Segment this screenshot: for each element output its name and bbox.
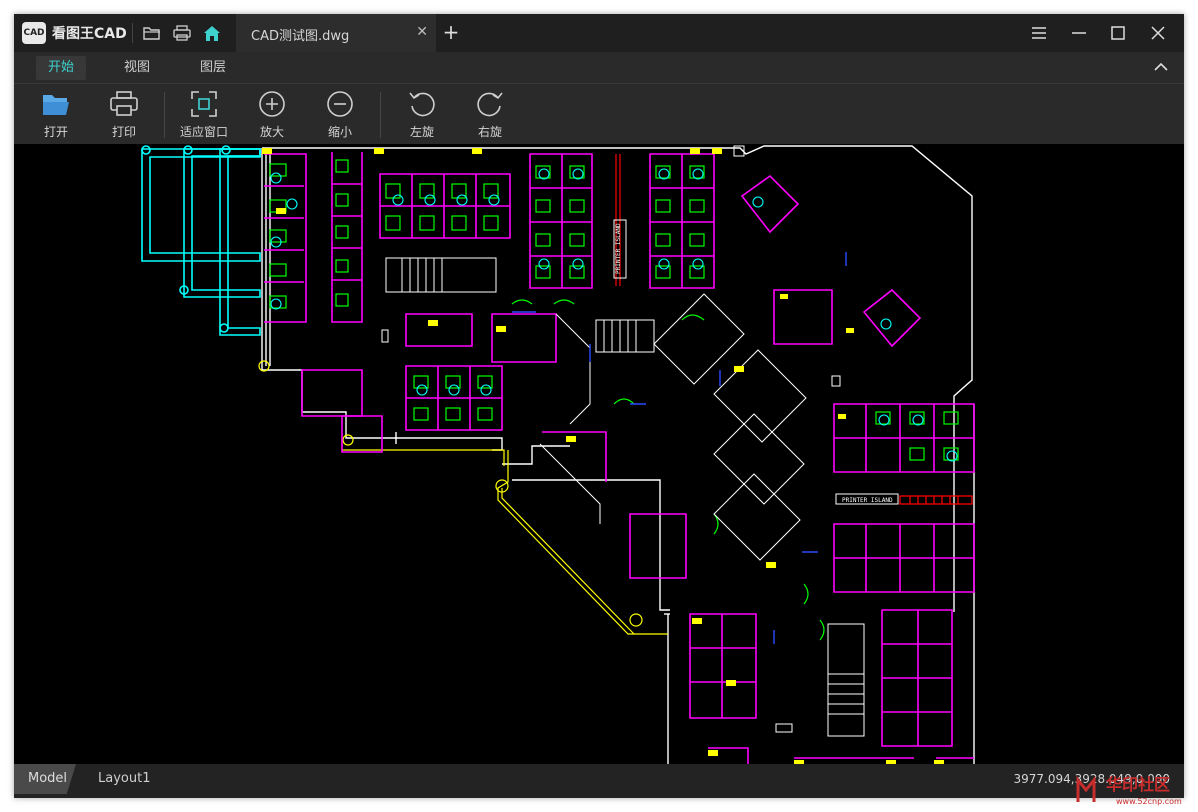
minimize-button[interactable] (1066, 22, 1092, 44)
close-tab-icon[interactable]: ✕ (416, 24, 428, 40)
app-window: CAD 看图王CAD CAD测试图.dwg ✕ + 开始 视图 图层 打开 打印… (14, 14, 1184, 798)
app-name: 看图王CAD (52, 26, 127, 42)
folder-icon (40, 88, 72, 120)
toolbar: 打开 打印 适应窗口 放大 缩小 左旋 右旋 (14, 84, 1184, 144)
door-swings (512, 252, 847, 644)
watermark-url: www.52cnp.com (1116, 797, 1182, 806)
app-logo: CAD 看图王CAD (22, 22, 127, 44)
status-bar: Model Layout1 3977.094,3928.049,0.000 (14, 764, 1184, 798)
watermark-text: 华印社区 (1106, 775, 1170, 794)
room-tags (262, 148, 944, 764)
perimeter-wall (258, 360, 668, 635)
printer-island-label-2: PRINTER ISLAND (842, 497, 893, 504)
zoom-out-icon (324, 88, 356, 120)
toolbar-divider (380, 92, 381, 138)
zoom-out-button[interactable]: 缩小 (308, 88, 372, 142)
rotate-left-label: 左旋 (409, 125, 434, 139)
site-watermark: 华印社区 www.52cnp.com (1072, 772, 1194, 808)
entrance-structure (141, 145, 261, 336)
zoom-in-button[interactable]: 放大 (240, 88, 304, 142)
stair-cores (385, 257, 865, 737)
tab-label: CAD测试图.dwg (251, 29, 350, 44)
floor-plan-drawing: PRINTER ISLAND PRINTER ISLAND (141, 145, 975, 764)
menu-bar: 开始 视图 图层 (14, 52, 1184, 84)
zoom-in-icon (256, 88, 288, 120)
fit-window-label: 适应窗口 (179, 125, 228, 139)
zoom-in-label: 放大 (259, 125, 284, 139)
rotate-left-button[interactable]: 左旋 (390, 88, 454, 142)
print-icon[interactable] (172, 23, 192, 43)
printer-island-label-1: PRINTER ISLAND (615, 223, 622, 274)
home-icon[interactable] (202, 23, 222, 43)
interior-details (270, 168, 958, 462)
rotate-right-button[interactable]: 右旋 (458, 88, 522, 142)
tab-document[interactable]: CAD测试图.dwg ✕ (236, 14, 436, 52)
open-button[interactable]: 打开 (24, 88, 88, 142)
printer-icon (108, 88, 140, 120)
watermark-logo-icon: 华印社区 www.52cnp.com (1076, 775, 1182, 806)
title-bar: CAD 看图王CAD CAD测试图.dwg ✕ + (14, 14, 1184, 52)
close-window-button[interactable] (1145, 22, 1171, 44)
drawing-canvas[interactable]: PRINTER ISLAND PRINTER ISLAND (14, 144, 1184, 764)
cad-logo-icon: CAD (22, 22, 46, 44)
menu-start[interactable]: 开始 (36, 56, 87, 80)
tab-model[interactable]: Model (14, 764, 76, 794)
open-label: 打开 (43, 125, 68, 139)
collapse-ribbon-icon[interactable] (1152, 58, 1170, 76)
menu-icon[interactable] (1026, 22, 1052, 44)
menu-view[interactable]: 视图 (112, 56, 162, 80)
rotate-right-icon (474, 88, 506, 120)
tab-layout1[interactable]: Layout1 (98, 764, 150, 794)
print-label: 打印 (111, 125, 136, 139)
open-folder-icon[interactable] (142, 23, 162, 43)
add-tab-button[interactable]: + (440, 21, 462, 43)
fit-window-button[interactable]: 适应窗口 (172, 88, 236, 142)
menu-layers[interactable]: 图层 (188, 56, 238, 80)
rotate-right-label: 右旋 (477, 125, 502, 139)
rotate-left-icon (406, 88, 438, 120)
markers (381, 145, 841, 733)
zoom-out-label: 缩小 (327, 125, 352, 139)
fit-window-icon (188, 88, 220, 120)
maximize-button[interactable] (1105, 22, 1131, 44)
divider (132, 23, 133, 43)
print-button[interactable]: 打印 (92, 88, 156, 142)
toolbar-divider (164, 92, 165, 138)
